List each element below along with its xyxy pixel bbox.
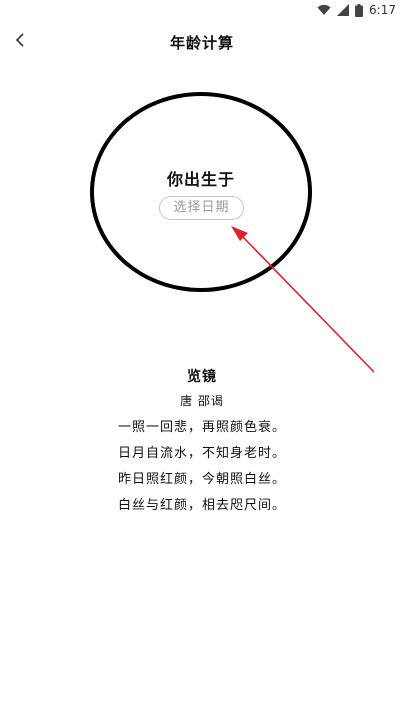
poem-line: 日月自流水，不知身老时。 [117,446,286,461]
birth-label: 你出生于 [166,170,235,189]
battery-icon [355,3,364,17]
poem-title: 览镜 [187,369,217,385]
signal-icon [337,4,350,16]
status-time: 6:17 [369,3,396,17]
header: 年龄计算 [0,24,404,60]
select-date-button[interactable]: 选择日期 [159,196,244,220]
poem-author: 唐 邵谒 [180,394,224,408]
poem-line: 一照一回悲，再照颜色衰。 [117,420,286,435]
page-title: 年龄计算 [169,34,234,52]
wifi-icon [317,4,331,16]
poem-line: 昨日照红颜，今朝照白丝。 [117,472,286,487]
status-bar: 6:17 [0,0,404,24]
poem: 览镜 唐 邵谒 一照一回悲，再照颜色衰。 日月自流水，不知身老时。 昨日照红颜，… [0,366,404,519]
birth-circle [90,92,312,292]
status-icons: 6:17 [317,3,396,17]
poem-line: 白丝与红颜，相去咫尺间。 [117,498,286,513]
